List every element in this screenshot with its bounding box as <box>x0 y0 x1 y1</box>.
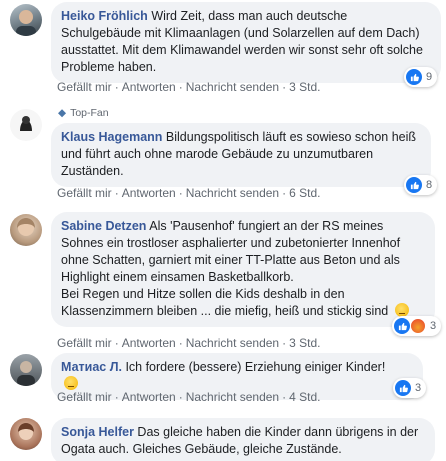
send-message-button[interactable]: Nachricht senden <box>186 80 279 94</box>
like-icon <box>406 177 422 193</box>
comment-bubble: Heiko Fröhlich Wird Zeit, dass man auch … <box>51 2 441 83</box>
reaction-number: 8 <box>426 179 433 191</box>
like-icon <box>395 380 411 396</box>
comment-author[interactable]: Heiko Fröhlich <box>61 9 148 23</box>
reaction-number: 3 <box>415 382 422 394</box>
like-button[interactable]: Gefällt mir <box>57 186 112 200</box>
comment-text-continued: Bei Regen und Hitze sollen die Kids desh… <box>61 287 389 318</box>
reply-button[interactable]: Antworten <box>122 80 176 94</box>
comment-bubble: Klaus Hagemann Bildungspolitisch läuft e… <box>51 123 431 187</box>
reaction-count[interactable]: 3 <box>392 316 442 336</box>
comment-author[interactable]: Sabine Detzen <box>61 219 146 233</box>
timestamp[interactable]: 3 Std. <box>289 336 320 350</box>
reply-button[interactable]: Antworten <box>122 390 176 404</box>
diamond-icon: ◆ <box>58 107 67 119</box>
comment-author[interactable]: Матиас Л. <box>61 360 122 374</box>
wink-face-icon <box>64 376 78 390</box>
top-fan-badge: ◆ Top-Fan <box>58 107 109 119</box>
comment-actions: Gefällt mir · Antworten · Nachricht senden · 4… <box>57 390 321 404</box>
send-message-button[interactable]: Nachricht senden <box>186 336 279 350</box>
timestamp[interactable]: 4 Std. <box>289 390 320 404</box>
comment-author[interactable]: Klaus Hagemann <box>61 130 162 144</box>
timestamp[interactable]: 3 Std. <box>289 80 320 94</box>
avatar[interactable] <box>10 354 42 386</box>
reaction-count[interactable]: 8 <box>404 175 438 195</box>
like-button[interactable]: Gefällt mir <box>57 80 112 94</box>
like-button[interactable]: Gefällt mir <box>57 336 112 350</box>
comment-bubble: Sonja Helfer Das gleiche haben die Kinde… <box>51 418 435 461</box>
comment-actions: Gefällt mir · Antworten · Nachricht senden · 3… <box>57 80 321 94</box>
reaction-number: 9 <box>426 71 433 83</box>
reaction-count[interactable]: 9 <box>404 67 438 87</box>
avatar[interactable] <box>10 4 42 36</box>
comment-author[interactable]: Sonja Helfer <box>61 425 134 439</box>
like-icon <box>394 318 410 334</box>
timestamp[interactable]: 6 Std. <box>289 186 320 200</box>
sad-face-icon <box>394 303 409 317</box>
avatar[interactable] <box>10 109 42 141</box>
reply-button[interactable]: Antworten <box>122 186 176 200</box>
comment-actions: Gefällt mir · Antworten · Nachricht senden · 6… <box>57 186 321 200</box>
avatar[interactable] <box>10 418 42 450</box>
angry-icon <box>410 318 426 334</box>
avatar[interactable] <box>10 214 42 246</box>
comment-text: Ich fordere (bessere) Erziehung einiger … <box>125 360 386 374</box>
reply-button[interactable]: Antworten <box>122 336 176 350</box>
comment-bubble: Sabine Detzen Als 'Pausenhof' fungiert a… <box>51 212 435 327</box>
comment-actions: Gefällt mir · Antworten · Nachricht senden · 3… <box>57 336 321 350</box>
like-button[interactable]: Gefällt mir <box>57 390 112 404</box>
send-message-button[interactable]: Nachricht senden <box>186 390 279 404</box>
like-icon <box>406 69 422 85</box>
send-message-button[interactable]: Nachricht senden <box>186 186 279 200</box>
reaction-number: 3 <box>430 320 437 332</box>
reaction-count[interactable]: 3 <box>393 378 427 398</box>
